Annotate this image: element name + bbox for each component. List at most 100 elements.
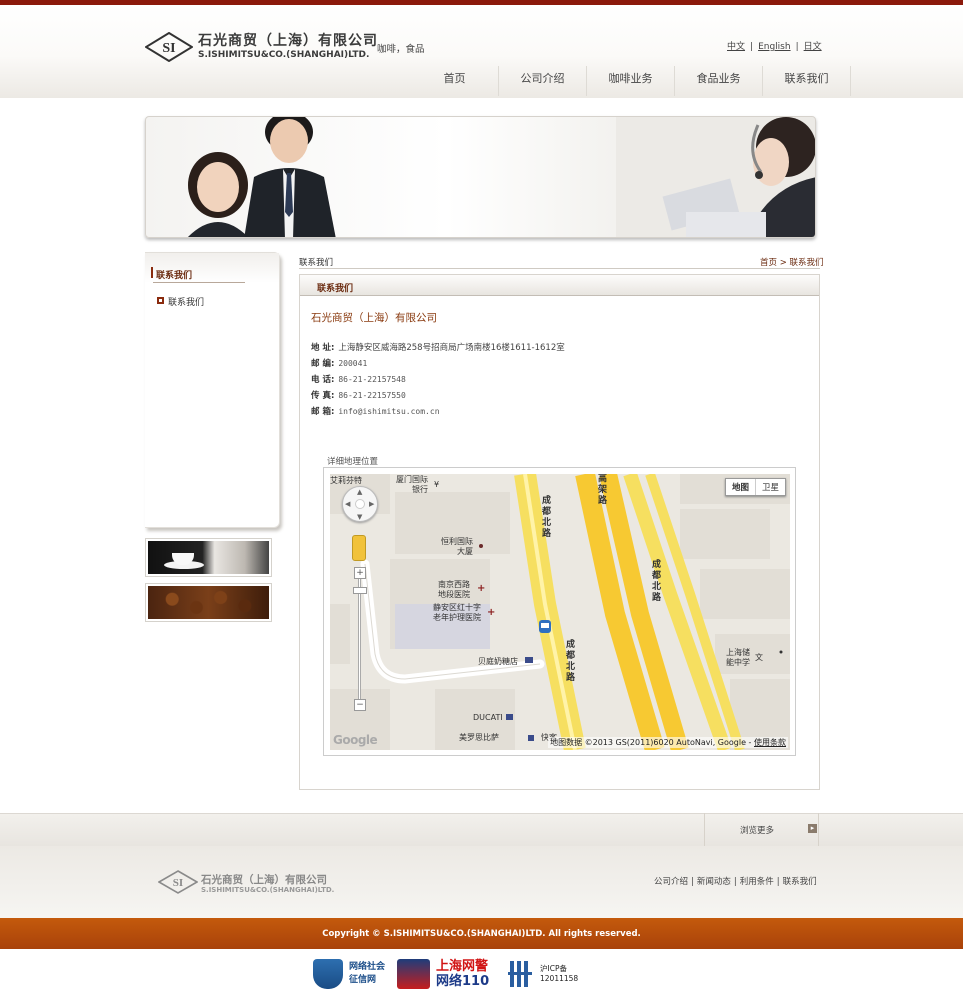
header-company-name-cn: 石光商贸（上海）有限公司 xyxy=(198,33,378,49)
police-badge-line1: 上海网警 xyxy=(436,958,489,974)
footer-link-news[interactable]: 新闻动态 xyxy=(697,877,731,887)
map-attribution: 地图数据 ©2013 GS(2011)6020 AutoNavi, Google… xyxy=(548,737,788,748)
banner-illustration xyxy=(188,117,815,237)
footer-background xyxy=(0,846,963,918)
map-label-school: 上海储 xyxy=(726,648,750,657)
page-title: 联系我们 xyxy=(299,258,334,268)
nav-item-food[interactable]: 食品业务 xyxy=(675,66,763,96)
street-view-pegman-icon[interactable] xyxy=(352,535,366,561)
header-tagline: 咖啡，食品 xyxy=(377,44,425,55)
road-label-gaojia: 高架路 xyxy=(598,474,608,506)
footer-link-terms[interactable]: 利用条件 xyxy=(740,877,774,887)
map-label-henglili: 恒利国际 xyxy=(441,537,473,546)
map-label-school-2: 能中学 xyxy=(726,658,750,667)
map-label-nursing-2: 老年护理医院 xyxy=(433,613,481,622)
footer-logo-icon: SI xyxy=(158,870,198,894)
footer-link-about[interactable]: 公司介绍 xyxy=(654,877,688,887)
map-label-bank: 厦门国际 xyxy=(396,475,428,484)
nav-item-home[interactable]: 首页 xyxy=(411,66,499,96)
hero-banner xyxy=(145,116,816,238)
map-viewport[interactable]: + + 艾莉芬特 厦门国际 银行 ¥ 恒利国际 大厦 南京西路 地段医院 静安区… xyxy=(330,474,790,750)
sidebar-title-marker xyxy=(151,267,153,278)
arrow-icon[interactable]: ▸ xyxy=(808,824,817,833)
sidebar-item-contact[interactable]: 联系我们 xyxy=(168,295,204,308)
road-label-chengdu-1: 成都北路 xyxy=(542,496,552,539)
zoom-out-button[interactable]: − xyxy=(354,699,366,711)
pan-left-icon[interactable]: ◀ xyxy=(345,500,350,508)
icp-badge-line2: 12011158 xyxy=(540,973,579,983)
map-terms-link[interactable]: 使用条款 xyxy=(754,738,786,747)
police-badge-line2: 网络110 xyxy=(436,973,490,989)
sidebar-title: 联系我们 xyxy=(156,271,193,281)
nav-item-about[interactable]: 公司介绍 xyxy=(499,66,587,96)
footer-logo-letters: SI xyxy=(173,877,183,889)
map-label-bank-2: 银行 xyxy=(412,485,428,494)
more-bar-divider-2 xyxy=(818,813,819,846)
pan-down-icon[interactable]: ▼ xyxy=(357,513,362,521)
google-logo[interactable]: Google xyxy=(333,733,378,747)
map-label-hospital-2: 地段医院 xyxy=(438,590,470,599)
svg-text:+: + xyxy=(487,607,495,618)
breadcrumb-home-link[interactable]: 首页 xyxy=(760,258,777,268)
main-nav: 首页 公司介绍 咖啡业务 食品业务 联系我们 xyxy=(411,66,851,96)
credit-badge[interactable]: 网络社会 征信网 xyxy=(313,957,385,990)
pan-right-icon[interactable]: ▶ xyxy=(369,500,374,508)
bullet-icon xyxy=(157,297,164,304)
sidebar-divider xyxy=(153,282,245,283)
pan-up-icon[interactable]: ▲ xyxy=(357,488,362,496)
breadcrumb-current: 联系我们 xyxy=(789,258,824,268)
map-type-map-button[interactable]: 地图 xyxy=(726,479,756,495)
lang-chinese-link[interactable]: 中文 xyxy=(727,42,745,52)
svg-text:+: + xyxy=(477,583,485,594)
logo-letters: SI xyxy=(162,41,175,56)
coffee-cup-thumbnail[interactable] xyxy=(145,538,272,577)
map-label-hospital: 南京西路 xyxy=(438,580,470,589)
info-postcode: 邮 编: 200041 xyxy=(311,359,368,369)
map-label-school-mark: 文 xyxy=(755,653,763,662)
map-label-yen: ¥ xyxy=(434,480,440,489)
map-label-nursing: 静安区红十字 xyxy=(433,603,481,612)
breadcrumb-divider xyxy=(299,268,820,269)
icp-icon xyxy=(508,960,532,987)
icp-badge-line1: 沪ICP备 xyxy=(540,963,567,973)
company-logo-icon[interactable]: SI xyxy=(145,32,193,62)
footer-company-name-en: S.ISHIMITSU&CO.(SHANGHAI)LTD. xyxy=(201,886,335,894)
sidebar-panel: 联系我们 联系我们 xyxy=(145,252,280,528)
info-email: 邮 箱: info@ishimitsu.com.cn xyxy=(311,407,440,417)
language-switcher: 中文 | English | 日文 xyxy=(727,42,822,52)
breadcrumb-separator: > xyxy=(779,258,787,268)
pan-control[interactable]: ▲ ▼ ◀ ▶ xyxy=(342,486,378,522)
footer-link-contact[interactable]: 联系我们 xyxy=(783,877,817,887)
header-company-name-en: S.ISHIMITSU&CO.(SHANGHAI)LTD. xyxy=(198,50,370,60)
road-label-chengdu-2: 成都北路 xyxy=(652,560,662,603)
copyright-text: Copyright © S.ISHIMITSU&CO.(SHANGHAI)LTD… xyxy=(322,929,641,939)
credit-badge-line2: 征信网 xyxy=(349,974,377,985)
map-type-satellite-button[interactable]: 卫星 xyxy=(756,479,785,495)
content-header-title: 联系我们 xyxy=(317,284,354,294)
road-label-chengdu-3: 成都北路 xyxy=(566,640,576,683)
shield-icon xyxy=(313,958,343,989)
browse-more-link[interactable]: 浏览更多 xyxy=(740,824,774,836)
nav-item-coffee[interactable]: 咖啡业务 xyxy=(587,66,675,96)
more-bar-divider xyxy=(704,813,705,846)
pan-center xyxy=(355,499,365,509)
map-label-meiluo: 美罗思比萨 xyxy=(459,733,499,742)
lang-japanese-link[interactable]: 日文 xyxy=(804,42,822,52)
info-fax: 传 真: 86-21-22157550 xyxy=(311,391,406,401)
coffee-beans-thumbnail[interactable] xyxy=(145,583,272,622)
zoom-slider-thumb[interactable] xyxy=(353,587,367,594)
footer-links: 公司介绍 | 新闻动态 | 利用条件 | 联系我们 xyxy=(654,877,817,887)
footer-company-name-cn: 石光商贸（上海）有限公司 xyxy=(201,874,327,886)
icp-badge[interactable]: 沪ICP备 12011158 xyxy=(508,957,578,990)
content-header xyxy=(300,275,819,296)
police-icon xyxy=(397,958,430,989)
credit-badge-line1: 网络社会 xyxy=(349,961,386,972)
nav-item-contact[interactable]: 联系我们 xyxy=(763,66,851,96)
info-phone: 电 话: 86-21-22157548 xyxy=(311,375,406,385)
breadcrumb: 首页 > 联系我们 xyxy=(760,256,824,268)
map-type-toggle: 地图 卫星 xyxy=(724,478,786,496)
map-tiles: + + xyxy=(330,474,790,750)
lang-english-link[interactable]: English xyxy=(758,42,791,52)
zoom-in-button[interactable]: + xyxy=(354,567,366,579)
police-badge[interactable]: 上海网警 网络110 xyxy=(397,957,489,990)
